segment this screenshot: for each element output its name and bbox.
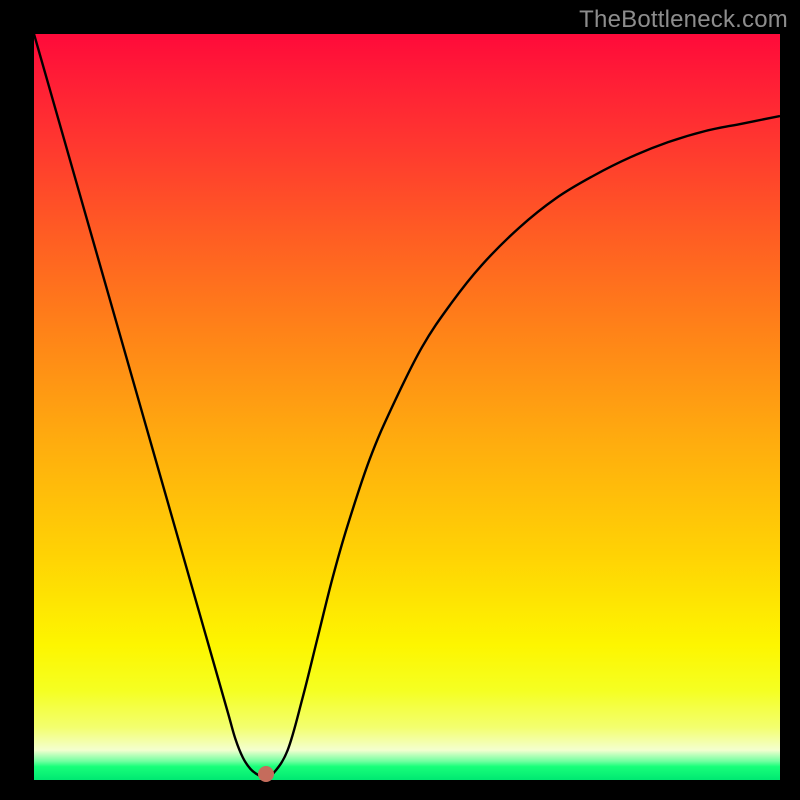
optimal-point-marker: [258, 766, 274, 782]
watermark-text: TheBottleneck.com: [579, 6, 788, 34]
plot-area: [34, 34, 780, 780]
bottleneck-curve: [34, 34, 780, 780]
chart-frame: TheBottleneck.com: [0, 0, 800, 800]
